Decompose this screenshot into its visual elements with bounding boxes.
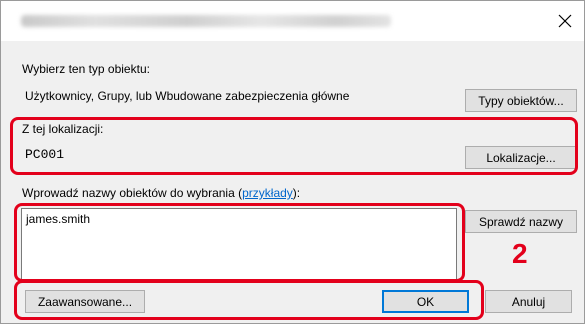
title-bar xyxy=(1,1,584,41)
location-value: PC001 xyxy=(21,144,441,168)
locations-button[interactable]: Lokalizacje... xyxy=(465,146,577,169)
names-textarea[interactable]: james.smith xyxy=(21,208,457,281)
examples-link[interactable]: przykłady xyxy=(242,186,293,200)
object-type-label: Wybierz ten typ obiektu: xyxy=(22,62,150,76)
names-value: james.smith xyxy=(26,212,91,226)
location-label: Z tej lokalizacji: xyxy=(22,122,104,136)
names-label-suffix: ): xyxy=(292,186,301,200)
blurred-title xyxy=(21,15,391,27)
check-names-button[interactable]: Sprawdź nazwy xyxy=(465,210,577,233)
names-label-prefix: Wprowadź nazwy obiektów do wybrania ( xyxy=(22,186,243,200)
names-label: Wprowadź nazwy obiektów do wybrania (prz… xyxy=(22,186,300,200)
ok-button[interactable]: OK xyxy=(382,290,469,313)
object-types-button[interactable]: Typy obiektów... xyxy=(465,89,577,112)
close-icon[interactable] xyxy=(554,10,576,32)
step-number: 2 xyxy=(512,238,528,269)
select-users-dialog: Wybierz ten typ obiektu: Użytkownicy, Gr… xyxy=(0,0,585,324)
cancel-button[interactable]: Anuluj xyxy=(485,290,572,313)
object-type-value: Użytkownicy, Grupy, lub Wbudowane zabezp… xyxy=(21,86,441,110)
advanced-button[interactable]: Zaawansowane... xyxy=(25,290,145,313)
